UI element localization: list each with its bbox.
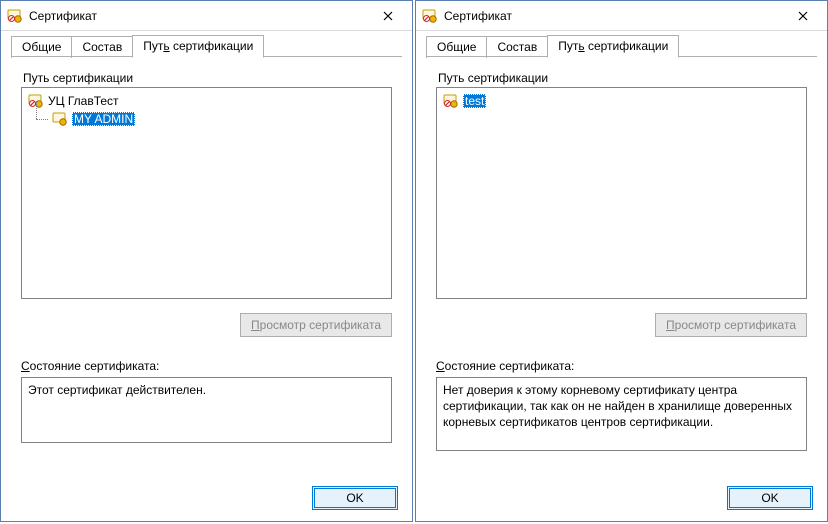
tab-general[interactable]: Общие xyxy=(426,36,487,58)
cert-path-tree[interactable]: test xyxy=(436,87,807,299)
tree-node-child[interactable]: MY ADMIN xyxy=(52,110,385,128)
cert-ok-icon xyxy=(52,111,68,127)
tab-details[interactable]: Состав xyxy=(486,36,548,58)
cert-status-text: Нет доверия к этому корневому сертификат… xyxy=(436,377,807,451)
dialog-footer: OK xyxy=(1,475,412,521)
tree-node-label: test xyxy=(463,94,486,108)
cert-path-tree[interactable]: УЦ ГлавТест MY ADMIN xyxy=(21,87,392,299)
certificate-icon xyxy=(422,8,438,24)
cert-path-label: Путь сертификации xyxy=(438,71,807,85)
ok-button[interactable]: OK xyxy=(727,486,813,510)
tree-node-label: MY ADMIN xyxy=(72,112,135,126)
view-certificate-button[interactable]: Просмотр сертификата xyxy=(655,313,807,337)
view-certificate-button[interactable]: Просмотр сертификата xyxy=(240,313,392,337)
cert-status-text: Этот сертификат действителен. xyxy=(21,377,392,443)
tree-node-label: УЦ ГлавТест xyxy=(48,94,119,108)
ok-button[interactable]: OK xyxy=(312,486,398,510)
tree-node-root[interactable]: test xyxy=(443,92,800,110)
certificate-icon xyxy=(7,8,23,24)
close-button[interactable] xyxy=(366,2,410,30)
tab-details[interactable]: Состав xyxy=(71,36,133,58)
certificate-dialog: Сертификат Общие Состав Путь сертификаци… xyxy=(0,0,413,522)
cert-status-label: Состояние сертификата: xyxy=(21,359,392,373)
tab-general[interactable]: Общие xyxy=(11,36,72,58)
tab-cert-path[interactable]: Путь сертификации xyxy=(547,35,679,58)
cert-bad-icon xyxy=(443,93,459,109)
tab-cert-path[interactable]: Путь сертификации xyxy=(132,35,264,58)
tab-strip: Общие Состав Путь сертификации xyxy=(416,31,827,57)
tab-content: Путь сертификации УЦ ГлавТест xyxy=(1,57,412,475)
tree-node-root[interactable]: УЦ ГлавТест xyxy=(28,92,385,110)
titlebar: Сертификат xyxy=(1,1,412,31)
window-title: Сертификат xyxy=(444,9,781,23)
titlebar: Сертификат xyxy=(416,1,827,31)
tab-content: Путь сертификации test xyxy=(416,57,827,475)
certificate-dialog: Сертификат Общие Состав Путь сертификаци… xyxy=(415,0,828,522)
tab-strip: Общие Состав Путь сертификации xyxy=(1,31,412,57)
window-title: Сертификат xyxy=(29,9,366,23)
dialog-footer: OK xyxy=(416,475,827,521)
cert-status-label: Состояние сертификата: xyxy=(436,359,807,373)
close-button[interactable] xyxy=(781,2,825,30)
cert-path-label: Путь сертификации xyxy=(23,71,392,85)
